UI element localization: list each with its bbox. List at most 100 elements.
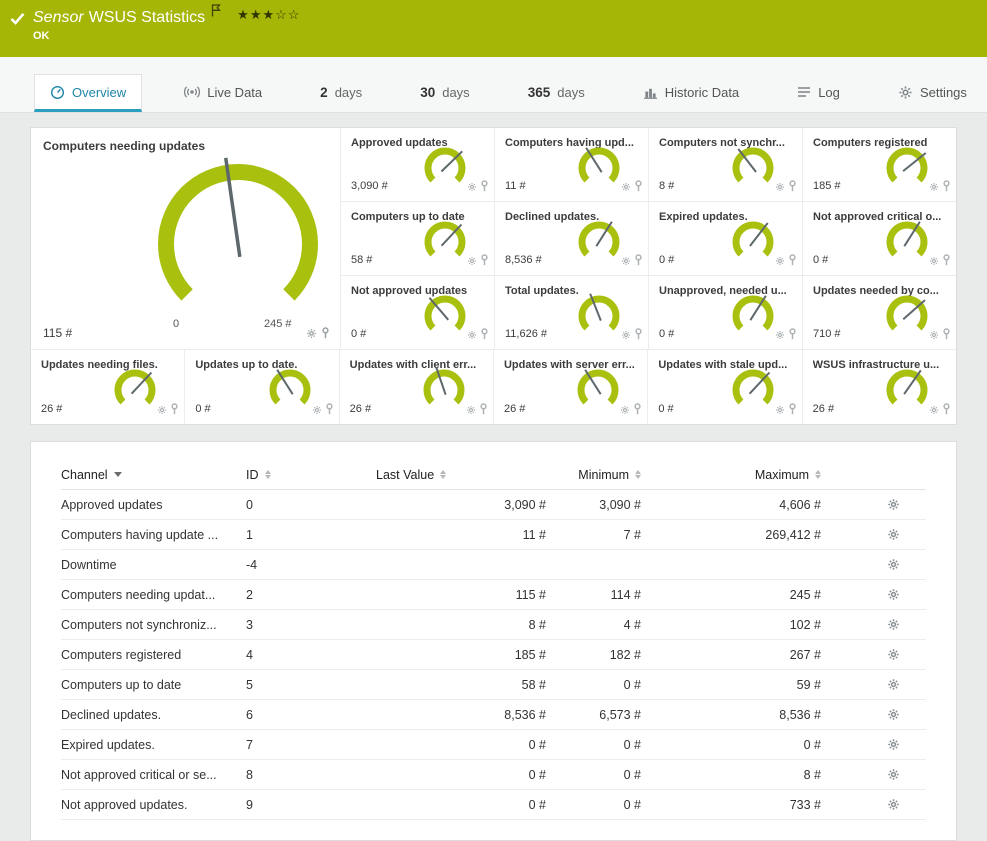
- gear-icon[interactable]: [929, 253, 939, 271]
- gear-icon[interactable]: [929, 179, 939, 197]
- gear-icon[interactable]: [620, 402, 630, 420]
- tab-overview[interactable]: Overview: [34, 74, 142, 112]
- pin-icon[interactable]: [480, 253, 489, 271]
- pin-icon[interactable]: [480, 327, 489, 345]
- priority-stars[interactable]: ★★★☆☆: [237, 7, 300, 23]
- channel-actions-cell: [821, 558, 926, 571]
- star-filled-icon[interactable]: ★: [237, 7, 250, 22]
- table-row[interactable]: Downtime-4: [61, 550, 926, 580]
- pin-icon[interactable]: [788, 253, 797, 271]
- tab-live-data[interactable]: Live Data: [168, 74, 278, 112]
- column-header-id[interactable]: ID: [246, 468, 346, 482]
- last-value-cell: 11 #: [346, 528, 546, 542]
- channel-settings-gear-icon[interactable]: [887, 768, 900, 781]
- gear-icon[interactable]: [621, 179, 631, 197]
- column-header-minimum[interactable]: Minimum: [546, 468, 641, 482]
- column-header-maximum[interactable]: Maximum: [641, 468, 821, 482]
- gear-icon[interactable]: [621, 327, 631, 345]
- gear-icon[interactable]: [467, 327, 477, 345]
- gear-icon[interactable]: [775, 179, 785, 197]
- channel-settings-gear-icon[interactable]: [887, 738, 900, 751]
- gauges-panel: Computers needing updates 0 245 # 115 # …: [30, 127, 957, 425]
- gear-icon[interactable]: [621, 253, 631, 271]
- table-row[interactable]: Computers not synchroniz...38 #4 #102 #: [61, 610, 926, 640]
- pin-icon[interactable]: [942, 327, 951, 345]
- star-empty-icon[interactable]: ☆: [288, 7, 301, 22]
- gear-icon[interactable]: [775, 253, 785, 271]
- pin-icon[interactable]: [321, 326, 330, 344]
- tab-historic-data[interactable]: Historic Data: [627, 74, 755, 112]
- gear-icon[interactable]: [929, 327, 939, 345]
- channel-settings-gear-icon[interactable]: [887, 618, 900, 631]
- channel-settings-gear-icon[interactable]: [887, 708, 900, 721]
- tab-365-days[interactable]: 365days: [512, 74, 601, 112]
- gear-icon[interactable]: [775, 402, 785, 420]
- pin-icon[interactable]: [170, 402, 179, 420]
- table-row[interactable]: Computers up to date558 #0 #59 #: [61, 670, 926, 700]
- pin-icon[interactable]: [325, 402, 334, 420]
- channel-settings-gear-icon[interactable]: [887, 498, 900, 511]
- gear-icon[interactable]: [775, 327, 785, 345]
- channel-settings-gear-icon[interactable]: [887, 558, 900, 571]
- table-row[interactable]: Not approved critical or se...80 #0 #8 #: [61, 760, 926, 790]
- table-body: Approved updates03,090 #3,090 #4,606 #Co…: [61, 490, 926, 820]
- gauge-value: 0 #: [351, 328, 366, 340]
- flag-icon[interactable]: [211, 4, 221, 22]
- table-row[interactable]: Computers having update ...111 #7 #269,4…: [61, 520, 926, 550]
- star-filled-icon[interactable]: ★: [262, 7, 275, 22]
- table-row[interactable]: Not approved updates.90 #0 #733 #: [61, 790, 926, 820]
- channel-settings-gear-icon[interactable]: [887, 678, 900, 691]
- table-row[interactable]: Declined updates.68,536 #6,573 #8,536 #: [61, 700, 926, 730]
- gauge-bottom-row: Updates needing files.26 #Updates up to …: [31, 349, 956, 424]
- gear-icon[interactable]: [306, 326, 317, 344]
- table-row[interactable]: Expired updates.70 #0 #0 #: [61, 730, 926, 760]
- column-header-last-value[interactable]: Last Value: [346, 468, 546, 482]
- channel-settings-gear-icon[interactable]: [887, 798, 900, 811]
- column-header-channel[interactable]: Channel: [61, 468, 246, 482]
- pin-icon[interactable]: [788, 327, 797, 345]
- tab-log[interactable]: Log: [781, 74, 856, 112]
- channel-actions-cell: [821, 678, 926, 691]
- gauge-cell: Updates with server err...26 #: [494, 350, 647, 424]
- table-row[interactable]: Approved updates03,090 #3,090 #4,606 #: [61, 490, 926, 520]
- channel-actions-cell: [821, 618, 926, 631]
- gear-icon[interactable]: [929, 402, 939, 420]
- gauge-cell: WSUS infrastructure u...26 #: [803, 350, 956, 424]
- gear-icon[interactable]: [467, 253, 477, 271]
- star-empty-icon[interactable]: ☆: [275, 7, 288, 22]
- channel-settings-gear-icon[interactable]: [887, 648, 900, 661]
- gear-icon[interactable]: [157, 402, 167, 420]
- overview-icon: [50, 85, 65, 100]
- tab-settings[interactable]: Settings: [882, 74, 983, 112]
- gear-icon[interactable]: [312, 402, 322, 420]
- pin-icon[interactable]: [942, 179, 951, 197]
- gauge-value: 26 #: [504, 403, 525, 415]
- channel-settings-gear-icon[interactable]: [887, 528, 900, 541]
- gauge-cell-icons: [775, 179, 797, 197]
- gear-icon[interactable]: [466, 402, 476, 420]
- pin-icon[interactable]: [942, 253, 951, 271]
- gauge-cell: Approved updates3,090 #: [341, 128, 494, 201]
- table-row[interactable]: Computers needing updat...2115 #114 #245…: [61, 580, 926, 610]
- pin-icon[interactable]: [942, 402, 951, 420]
- pin-icon[interactable]: [633, 402, 642, 420]
- pin-icon[interactable]: [788, 179, 797, 197]
- gear-icon[interactable]: [467, 179, 477, 197]
- minimum-cell: 3,090 #: [546, 498, 641, 512]
- table-row[interactable]: Computers registered4185 #182 #267 #: [61, 640, 926, 670]
- tab-30-days[interactable]: 30days: [404, 74, 486, 112]
- gauge-cell-icons: [929, 402, 951, 420]
- channel-settings-gear-icon[interactable]: [887, 588, 900, 601]
- gauge-value: 3,090 #: [351, 180, 388, 192]
- pin-icon[interactable]: [634, 179, 643, 197]
- tab-2-days[interactable]: 2days: [304, 74, 378, 112]
- pin-icon[interactable]: [788, 402, 797, 420]
- gauge-cell-icons: [621, 327, 643, 345]
- star-filled-icon[interactable]: ★: [250, 7, 263, 22]
- pin-icon[interactable]: [634, 253, 643, 271]
- pin-icon[interactable]: [634, 327, 643, 345]
- gauge-dial: [418, 143, 472, 198]
- main-gauge-min-label: 0: [173, 318, 179, 330]
- pin-icon[interactable]: [480, 179, 489, 197]
- pin-icon[interactable]: [479, 402, 488, 420]
